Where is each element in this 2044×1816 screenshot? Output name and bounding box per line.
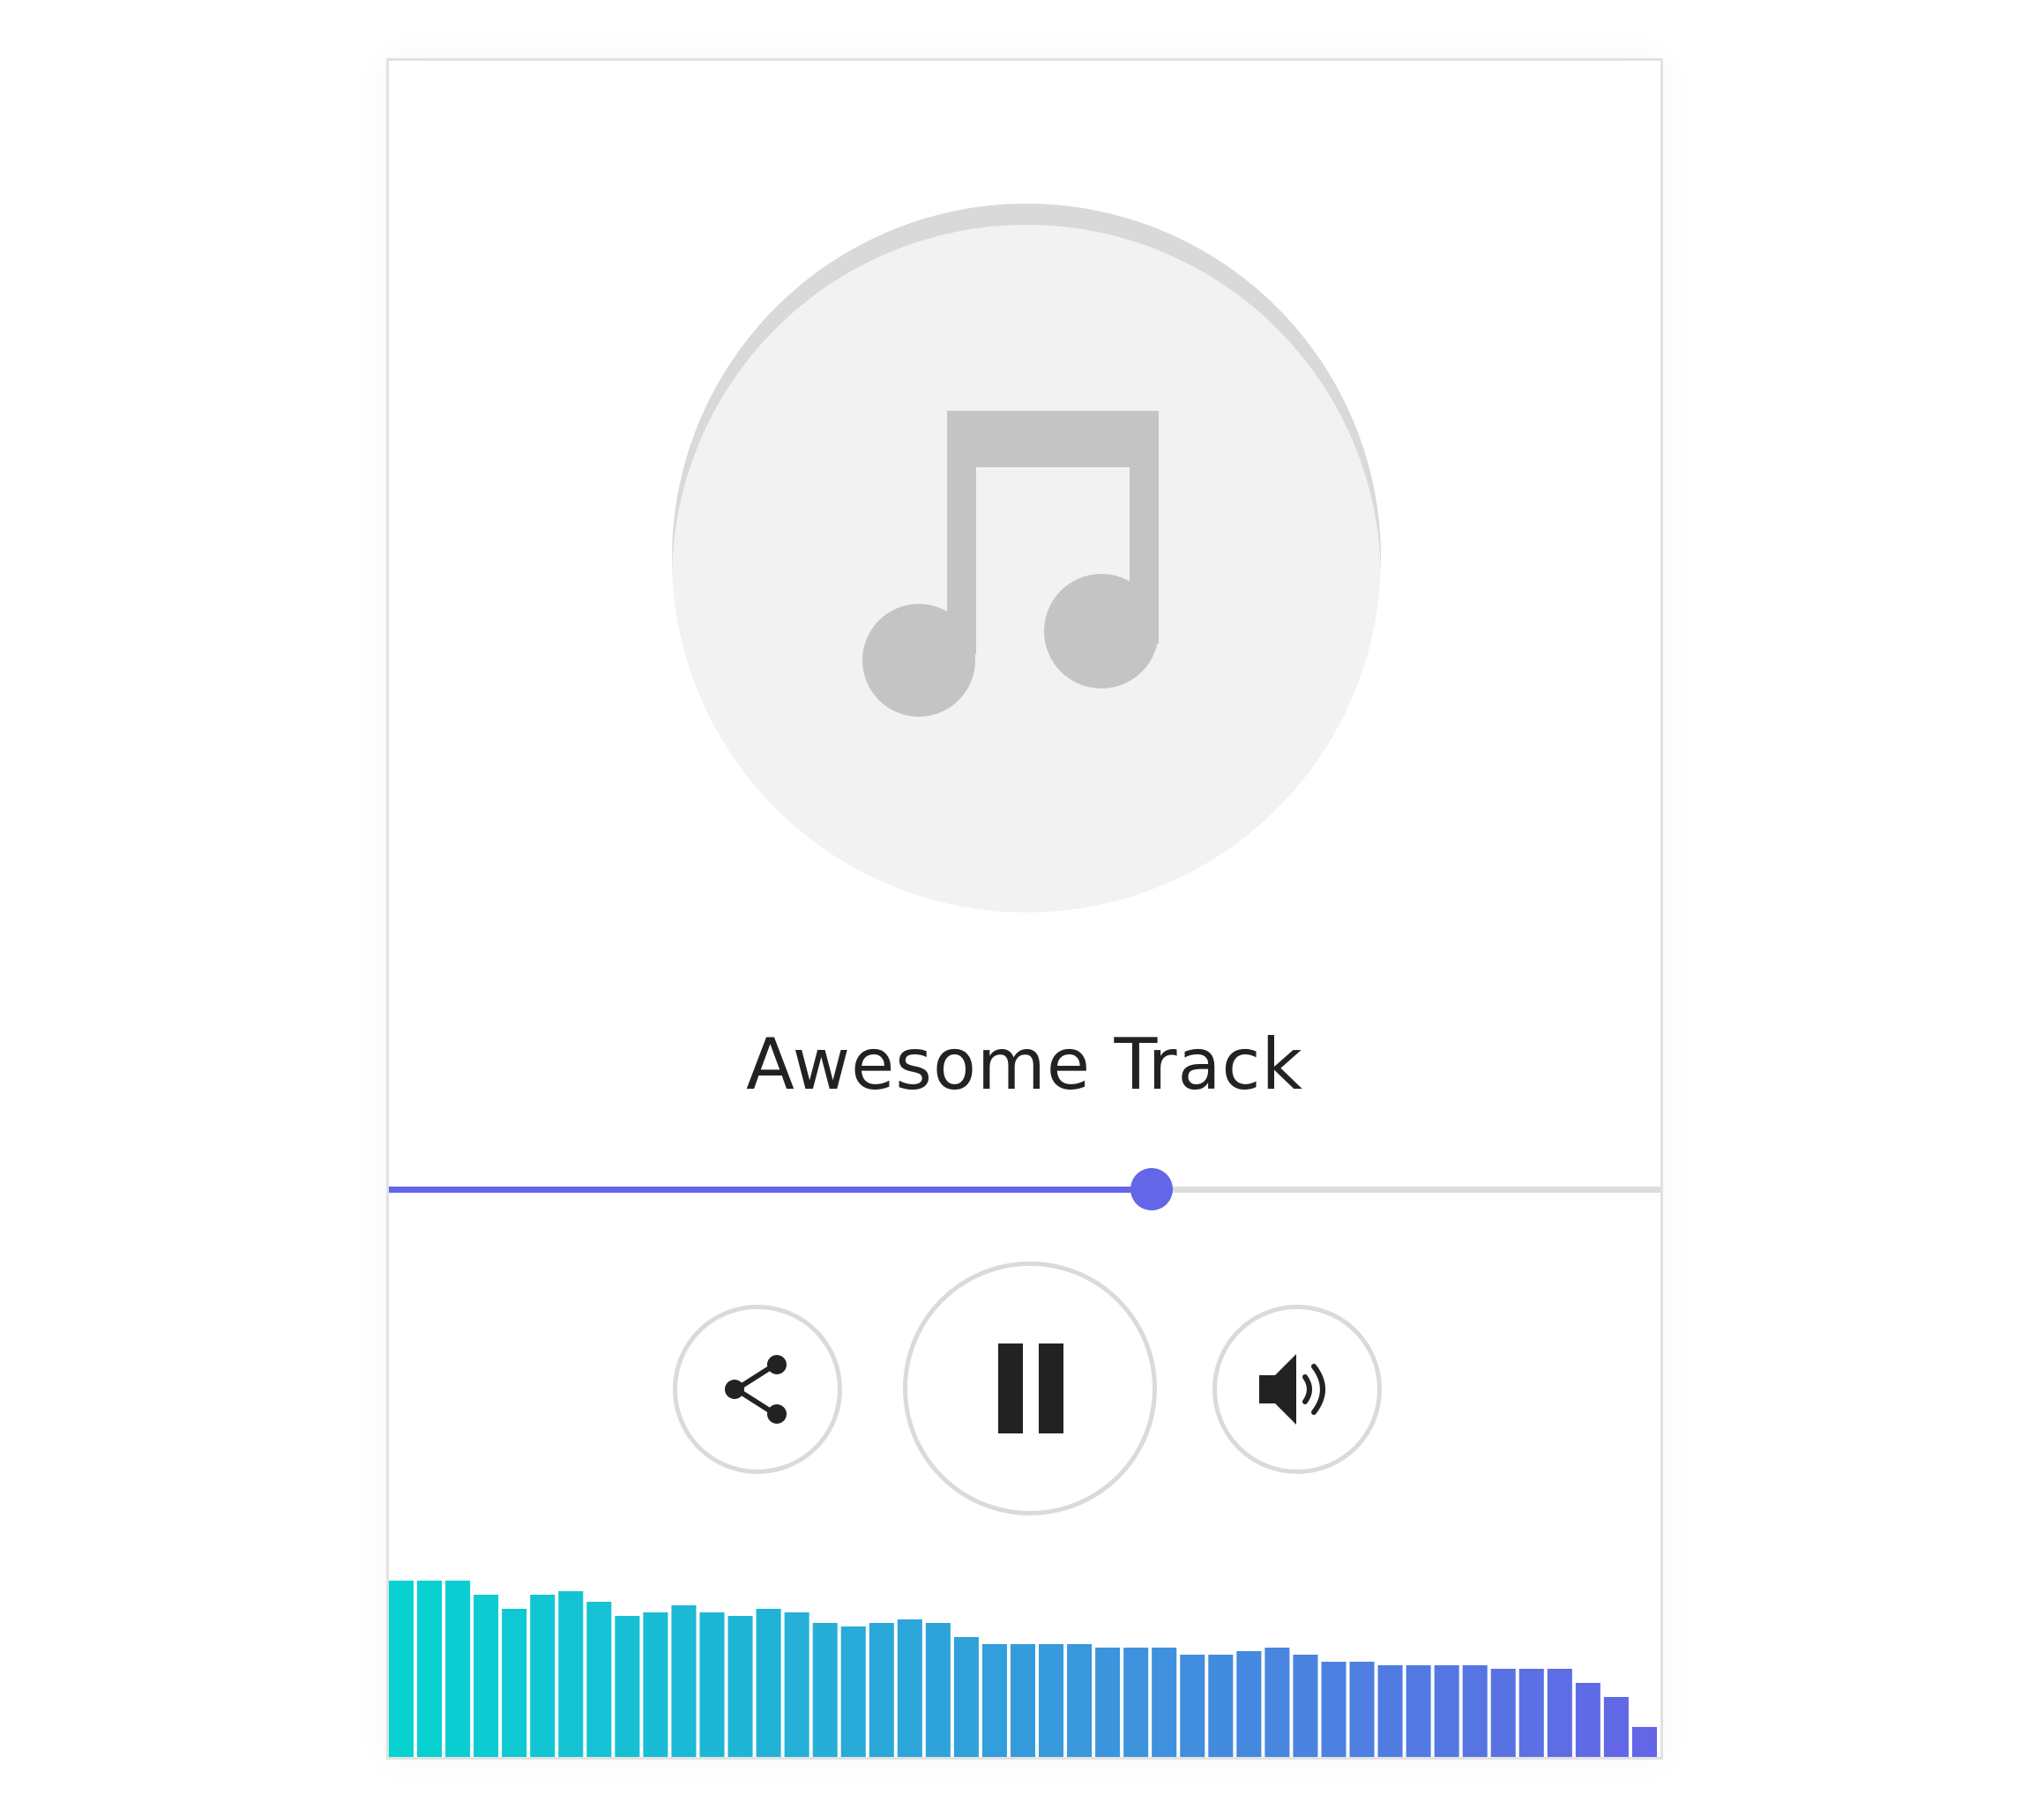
visualizer-bar (1095, 1648, 1121, 1757)
visualizer-bar (586, 1602, 612, 1757)
visualizer-bar (502, 1609, 527, 1757)
visualizer-bar (1321, 1662, 1347, 1757)
share-button[interactable] (673, 1305, 842, 1474)
visualizer-bar (389, 1581, 414, 1757)
track-title: Awesome Track (746, 1023, 1303, 1105)
visualizer-bar (953, 1637, 979, 1757)
visualizer-bar (1208, 1655, 1234, 1757)
visualizer-bar (1349, 1662, 1375, 1757)
visualizer-bar (1067, 1644, 1093, 1757)
visualizer-bar (869, 1623, 894, 1757)
visualizer-bar (1293, 1655, 1318, 1757)
visualizer-bar (1575, 1683, 1600, 1757)
visualizer-bar (643, 1612, 668, 1757)
audio-visualizer (389, 1581, 1657, 1757)
visualizer-bar (925, 1623, 951, 1757)
visualizer-bar (1547, 1669, 1572, 1757)
visualizer-bar (699, 1612, 725, 1757)
player-card: Awesome Track (386, 58, 1663, 1760)
visualizer-bar (756, 1609, 781, 1757)
visualizer-bar (1490, 1669, 1516, 1757)
visualizer-bar (1039, 1644, 1064, 1757)
visualizer-bar (897, 1619, 922, 1757)
visualizer-bar (1123, 1648, 1149, 1757)
visualizer-bar (1377, 1665, 1403, 1757)
volume-icon (1259, 1354, 1325, 1425)
visualizer-bar (1180, 1655, 1205, 1757)
visualizer-bar (1236, 1651, 1262, 1757)
visualizer-bar (981, 1644, 1007, 1757)
visualizer-bar (1462, 1665, 1488, 1757)
visualizer-bar (1631, 1727, 1657, 1757)
pause-button[interactable] (903, 1262, 1157, 1515)
progress-thumb[interactable] (1130, 1168, 1174, 1210)
visualizer-bar (1406, 1665, 1431, 1757)
album-art (672, 204, 1381, 912)
visualizer-bar (1434, 1665, 1459, 1757)
visualizer-bar (1603, 1697, 1629, 1757)
visualizer-bar (417, 1581, 443, 1757)
progress-fill (389, 1187, 1153, 1193)
visualizer-bar (445, 1581, 471, 1757)
volume-button[interactable] (1212, 1305, 1382, 1474)
visualizer-bar (558, 1591, 584, 1757)
progress-bar[interactable] (389, 1168, 1660, 1210)
visualizer-bar (1152, 1648, 1177, 1757)
visualizer-bar (784, 1612, 809, 1757)
visualizer-bar (671, 1605, 697, 1757)
visualizer-bar (840, 1626, 866, 1757)
pause-icon (998, 1343, 1063, 1433)
visualizer-bar (727, 1616, 753, 1757)
visualizer-bar (1010, 1644, 1036, 1757)
visualizer-bar (615, 1616, 640, 1757)
visualizer-bar (474, 1595, 499, 1757)
visualizer-bar (530, 1595, 556, 1757)
music-note-icon (862, 411, 1159, 717)
share-icon (725, 1355, 787, 1424)
visualizer-bar (812, 1623, 838, 1757)
visualizer-bar (1518, 1669, 1544, 1757)
visualizer-bar (1264, 1648, 1290, 1757)
